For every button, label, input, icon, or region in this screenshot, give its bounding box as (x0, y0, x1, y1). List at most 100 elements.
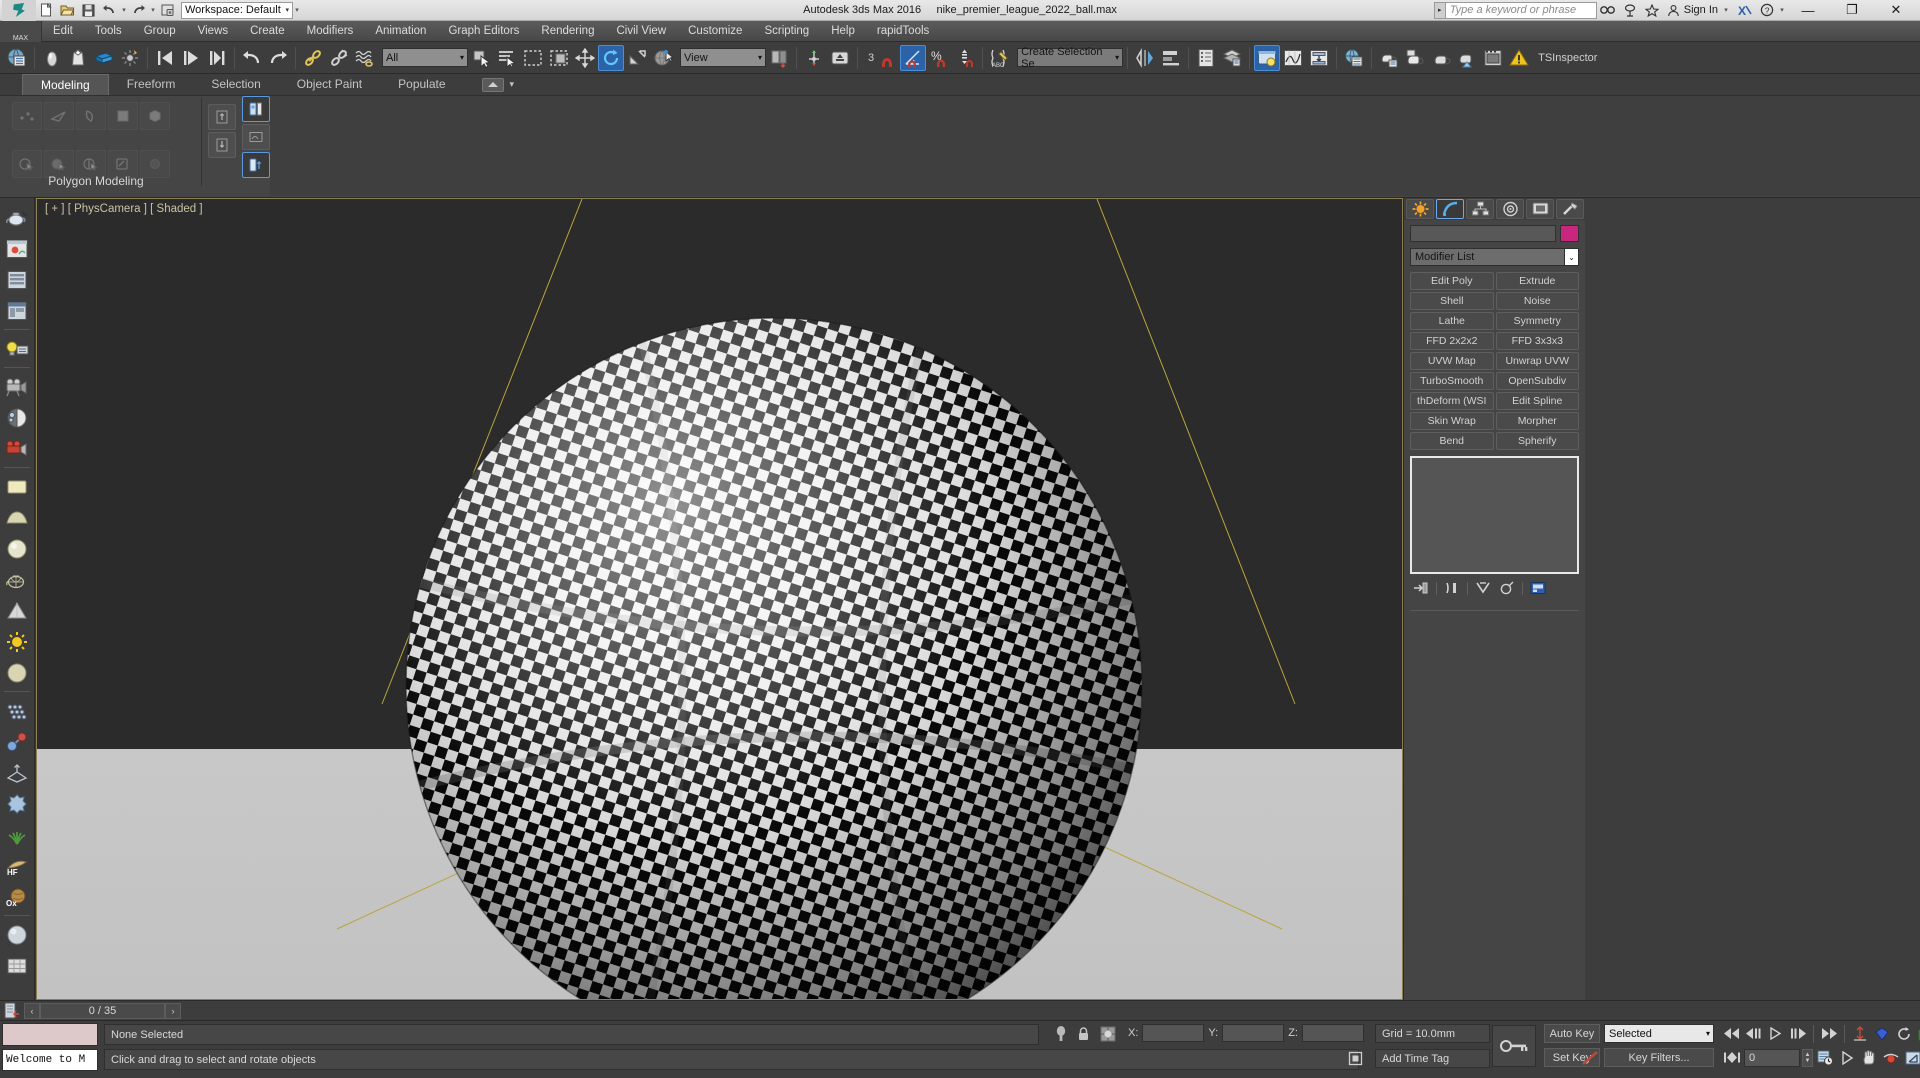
help-chevron-icon[interactable]: ▾ (1778, 6, 1786, 14)
keyword-search-input[interactable]: Type a keyword or phrase (1444, 1, 1597, 19)
material-plane-icon[interactable] (2, 471, 33, 502)
key-mode-combo[interactable]: Selected ▾ (1604, 1024, 1714, 1043)
modify-tab-icon[interactable] (1436, 199, 1464, 219)
modifier-button-pathdeform-wsm[interactable]: thDeform (WSI (1410, 392, 1494, 410)
render-production-icon[interactable] (1428, 45, 1454, 71)
warning-icon[interactable] (1506, 45, 1532, 71)
full-interactivity-button[interactable] (242, 124, 270, 150)
orbit-subobject-icon[interactable] (1881, 1048, 1901, 1067)
object-name-input[interactable] (1410, 225, 1556, 242)
undo-dropdown-icon[interactable]: ▾ (120, 6, 128, 14)
modifier-button-bend[interactable]: Bend (1410, 432, 1494, 450)
light-lister-icon[interactable] (2, 333, 33, 364)
render-window-icon[interactable] (2, 233, 33, 264)
use-selection-center-icon[interactable] (801, 45, 827, 71)
sign-in-chevron-icon[interactable]: ▾ (1722, 6, 1730, 14)
align-icon[interactable] (1158, 45, 1184, 71)
timeline-frame-field[interactable]: 0 / 35 (40, 1002, 165, 1019)
pin-stack-icon[interactable] (1412, 580, 1430, 596)
maxscript-listener-output[interactable]: Welcome to M (2, 1049, 98, 1071)
select-object-icon[interactable] (39, 45, 65, 71)
next-frame-status-icon[interactable] (1788, 1024, 1808, 1043)
menu-item-create[interactable]: Create (239, 21, 296, 42)
timeline-next-button[interactable]: › (165, 1002, 181, 1019)
select-object-arrow-icon[interactable] (468, 45, 494, 71)
selection-filter-combo[interactable]: All ▾ (382, 48, 468, 67)
menu-item-animation[interactable]: Animation (364, 21, 437, 42)
create-tab-icon[interactable] (1406, 199, 1434, 219)
array-grid-icon[interactable] (2, 695, 33, 726)
show-end-result-button[interactable] (242, 152, 270, 178)
configure-modifier-sets-icon[interactable] (1529, 580, 1547, 596)
menu-item-customize[interactable]: Customize (677, 21, 753, 42)
max-menu-button[interactable]: MAX (0, 20, 42, 42)
use-transform-coordinate-center-icon[interactable] (827, 45, 853, 71)
key-mode-toggle-button[interactable] (1492, 1025, 1536, 1067)
render-in-cloud-icon[interactable] (1480, 45, 1506, 71)
absolute-relative-transform-icon[interactable] (1100, 1026, 1116, 1045)
play-frame-icon[interactable] (178, 45, 204, 71)
pan-hand-icon[interactable] (1859, 1048, 1879, 1067)
modifier-button-uvw-map[interactable]: UVW Map (1410, 352, 1494, 370)
hair-fur-modifier-icon[interactable] (2, 757, 33, 788)
tab-modeling[interactable]: Modeling (22, 74, 109, 95)
menu-item-graph-editors[interactable]: Graph Editors (437, 21, 530, 42)
prev-frame-icon[interactable] (152, 45, 178, 71)
camera-red-icon[interactable] (2, 433, 33, 464)
maxscript-mini-listener-input[interactable] (2, 1023, 98, 1046)
atom-particle-icon[interactable] (2, 726, 33, 757)
auto-key-button[interactable]: Auto Key (1544, 1024, 1600, 1043)
select-and-link-chain-icon[interactable] (300, 45, 326, 71)
scene-material-editor-icon[interactable] (1254, 44, 1281, 71)
redo-toolbar-icon[interactable] (265, 45, 291, 71)
zoom-extents-icon[interactable] (1872, 1024, 1892, 1043)
tab-populate[interactable]: Populate (380, 74, 463, 95)
menu-item-scripting[interactable]: Scripting (753, 21, 820, 42)
use-pivot-point-center-icon[interactable] (766, 45, 792, 71)
workspace-menu-icon[interactable]: ▾ (293, 6, 301, 14)
time-configuration-icon[interactable] (1815, 1048, 1835, 1067)
project-folder-icon[interactable] (1341, 45, 1367, 71)
percent-snap-toggle-icon[interactable]: % (926, 45, 952, 71)
modifier-button-ffd-3x3x3[interactable]: FFD 3x3x3 (1495, 332, 1579, 350)
select-by-name-icon[interactable] (65, 45, 91, 71)
y-input[interactable] (1222, 1024, 1285, 1042)
modifier-button-shell[interactable]: Shell (1410, 292, 1494, 310)
menu-item-civil-view[interactable]: Civil View (605, 21, 677, 42)
modifier-list-dropdown[interactable]: Modifier List ⌄ (1410, 248, 1579, 266)
go-to-end-icon[interactable] (1819, 1024, 1839, 1043)
ribbon-minimize-icon[interactable] (481, 78, 504, 92)
material-dome-icon[interactable] (2, 502, 33, 533)
modifier-stack-list[interactable] (1410, 456, 1579, 574)
select-region-icon[interactable] (91, 45, 117, 71)
workspace-combo[interactable]: Workspace: Default ▾ (181, 1, 293, 19)
reference-coordinate-combo[interactable]: View ▾ (680, 48, 766, 67)
tab-object-paint[interactable]: Object Paint (279, 74, 380, 95)
polygon-subobject-button[interactable] (108, 102, 138, 130)
display-tab-icon[interactable] (1526, 199, 1554, 219)
play-animation-icon[interactable] (1766, 1024, 1786, 1043)
select-and-move-icon[interactable] (572, 45, 598, 71)
rectangular-selection-region-icon[interactable] (520, 45, 546, 71)
make-unique-icon[interactable] (1474, 580, 1492, 596)
layers-tool-icon[interactable] (1219, 45, 1245, 71)
modifier-button-extrude[interactable]: Extrude (1495, 272, 1579, 290)
modifier-button-noise[interactable]: Noise (1495, 292, 1579, 310)
go-to-start-icon[interactable] (1722, 1024, 1742, 1043)
select-and-link-icon[interactable] (117, 45, 143, 71)
render-iterative-icon[interactable] (1454, 45, 1480, 71)
edit-named-selection-sets-icon[interactable]: ABC (987, 45, 1013, 71)
preserve-uvs-button[interactable] (208, 104, 236, 130)
set-project-folder-icon[interactable] (157, 1, 178, 20)
minimize-button[interactable]: — (1786, 0, 1830, 21)
camera-icon[interactable] (2, 371, 33, 402)
selection-lock-icon[interactable] (1077, 1026, 1090, 1045)
tab-freeform[interactable]: Freeform (109, 74, 194, 95)
collapse-stack-button[interactable] (208, 132, 236, 158)
selection-lock-bulb-icon[interactable] (1055, 1025, 1067, 1046)
hierarchy-tab-icon[interactable] (1466, 199, 1494, 219)
modifier-button-morpher[interactable]: Morpher (1495, 412, 1579, 430)
add-time-tag-icon[interactable] (1348, 1051, 1363, 1069)
mirror-icon[interactable] (1132, 45, 1158, 71)
key-filters-button[interactable]: Key Filters... (1604, 1048, 1714, 1067)
